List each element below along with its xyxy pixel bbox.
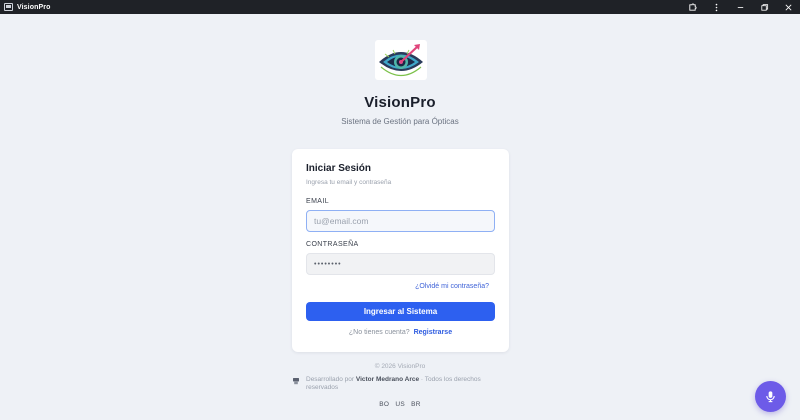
forgot-password-link[interactable]: ¿Olvidé mi contraseña? [415, 283, 489, 290]
no-account-text: ¿No tienes cuenta? [348, 329, 410, 336]
minimize-icon[interactable] [728, 0, 752, 14]
developer-badge-icon [293, 378, 299, 385]
language-br[interactable]: BR [411, 401, 421, 408]
login-heading: Iniciar Sesión [306, 163, 372, 174]
window-title: VisionPro [17, 3, 51, 11]
window-controls [680, 0, 800, 14]
login-submit-button[interactable]: Ingresar al Sistema [306, 302, 495, 321]
brand-logo [375, 40, 427, 80]
language-bo[interactable]: BO [379, 401, 389, 408]
login-subheading: Ingresa tu email y contraseña [306, 179, 392, 186]
copyright: © 2026 VisionPro [374, 363, 426, 370]
developer-name: Victor Medrano Arce [355, 376, 420, 383]
brand-title: VisionPro [364, 94, 436, 111]
puzzle-icon[interactable] [680, 0, 704, 14]
brand-subtitle: Sistema de Gestión para Ópticas [341, 117, 459, 126]
microphone-icon [766, 391, 775, 403]
window-icon [4, 3, 13, 11]
login-page: VisionPro Sistema de Gestión para Óptica… [0, 14, 800, 420]
language-us[interactable]: US [395, 401, 405, 408]
login-card: Iniciar Sesión Ingresa tu email y contra… [292, 149, 509, 352]
password-label: CONTRASEÑA [306, 241, 359, 248]
restore-icon[interactable] [752, 0, 776, 14]
kebab-menu-icon[interactable] [704, 0, 728, 14]
password-input[interactable] [306, 253, 495, 275]
register-link[interactable]: Registrarse [414, 329, 453, 336]
title-bar: VisionPro [0, 0, 800, 14]
voice-assistant-button[interactable] [755, 381, 786, 412]
email-label: EMAIL [306, 198, 330, 205]
close-icon[interactable] [776, 0, 800, 14]
language-selector: BO US BR [0, 401, 800, 408]
register-prompt: ¿No tienes cuenta? Registrarse [292, 329, 509, 336]
developed-by-text: Desarrollado por [306, 376, 355, 383]
developer-credit: Desarrollado por Victor Medrano Arce · T… [292, 376, 502, 392]
email-input[interactable] [306, 210, 495, 232]
